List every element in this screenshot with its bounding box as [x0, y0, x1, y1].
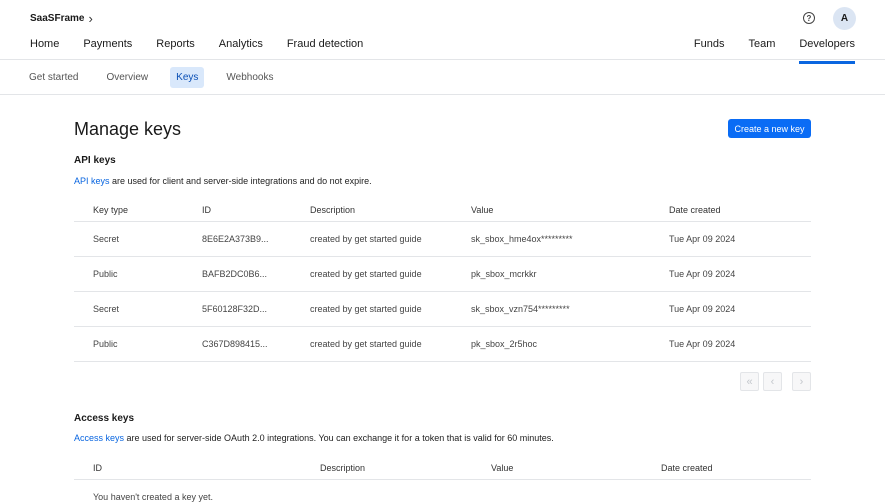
table-row[interactable]: Secret 5F60128F32D... created by get sta… [74, 291, 811, 327]
table-row[interactable]: Secret 8E6E2A373B9... created by get sta… [74, 221, 811, 257]
cell-key-type: Secret [74, 221, 202, 257]
access-keys-table: ID Description Value Date created You ha… [74, 457, 811, 502]
tab-keys[interactable]: Keys [170, 66, 205, 88]
cell-description: created by get started guide [310, 221, 471, 257]
cell-id: 8E6E2A373B9... [202, 221, 310, 257]
column-header: Description [320, 457, 491, 480]
cell-date: Tue Apr 09 2024 [669, 221, 811, 257]
table-row[interactable]: Public C367D898415... created by get sta… [74, 326, 811, 362]
cell-value: pk_sbox_2r5hoc [471, 326, 669, 362]
cell-value: pk_sbox_mcrkkr [471, 256, 669, 292]
access-keys-description: Access keys are used for server-side OAu… [74, 433, 554, 443]
table-header-row: ID Description Value Date created [74, 457, 811, 480]
next-page-button[interactable]: › [792, 372, 811, 391]
column-header: Description [310, 199, 471, 222]
cell-date: Tue Apr 09 2024 [669, 326, 811, 362]
empty-state-text: You haven't created a key yet. [93, 491, 213, 502]
column-header: Value [491, 457, 661, 480]
tab-get-started[interactable]: Get started [23, 67, 84, 88]
column-header: ID [74, 457, 320, 480]
tab-overview[interactable]: Overview [100, 67, 154, 88]
api-keys-link[interactable]: API keys [74, 176, 110, 186]
table-header-row: Key type ID Description Value Date creat… [74, 199, 811, 222]
api-keys-heading: API keys [74, 155, 116, 166]
cell-key-type: Public [74, 256, 202, 292]
access-keys-heading: Access keys [74, 413, 135, 424]
cell-date: Tue Apr 09 2024 [669, 256, 811, 292]
access-keys-description-text: are used for server-side OAuth 2.0 integ… [124, 433, 554, 443]
chevron-right-icon: › [88, 11, 93, 26]
create-key-button[interactable]: Create a new key [728, 119, 811, 138]
top-bar: SaaSFrame › ? A Home Payments Reports An… [0, 0, 885, 64]
api-keys-table: Key type ID Description Value Date creat… [74, 199, 811, 362]
sub-nav: Get started Overview Keys Webhooks [0, 60, 885, 95]
column-header: Date created [661, 457, 811, 480]
column-header: Key type [74, 199, 202, 222]
cell-id: C367D898415... [202, 326, 310, 362]
access-keys-link[interactable]: Access keys [74, 433, 124, 443]
empty-row: You haven't created a key yet. [74, 479, 811, 502]
api-keys-description-text: are used for client and server-side inte… [109, 176, 372, 186]
cell-key-type: Public [74, 326, 202, 362]
cell-description: created by get started guide [310, 291, 471, 327]
brand-name: SaaSFrame [30, 13, 85, 24]
brand-switcher[interactable]: SaaSFrame › [30, 12, 93, 25]
column-header: ID [202, 199, 310, 222]
cell-id: BAFB2DC0B6... [202, 256, 310, 292]
cell-description: created by get started guide [310, 326, 471, 362]
cell-date: Tue Apr 09 2024 [669, 291, 811, 327]
prev-page-button[interactable]: ‹ [763, 372, 782, 391]
cell-key-type: Secret [74, 291, 202, 327]
column-header: Value [471, 199, 669, 222]
question-circle-icon[interactable]: ? [803, 12, 815, 24]
column-header: Date created [669, 199, 811, 222]
api-keys-description: API keys are used for client and server-… [74, 176, 372, 186]
page-title: Manage keys [74, 119, 182, 139]
cell-description: created by get started guide [310, 256, 471, 292]
cell-value: sk_sbox_vzn754********* [471, 291, 669, 327]
cell-value: sk_sbox_hme4ox********* [471, 221, 669, 257]
first-page-button[interactable]: « [740, 372, 759, 391]
table-row[interactable]: Public BAFB2DC0B6... created by get star… [74, 256, 811, 292]
avatar[interactable]: A [833, 7, 856, 30]
cell-id: 5F60128F32D... [202, 291, 310, 327]
tab-webhooks[interactable]: Webhooks [220, 67, 279, 88]
